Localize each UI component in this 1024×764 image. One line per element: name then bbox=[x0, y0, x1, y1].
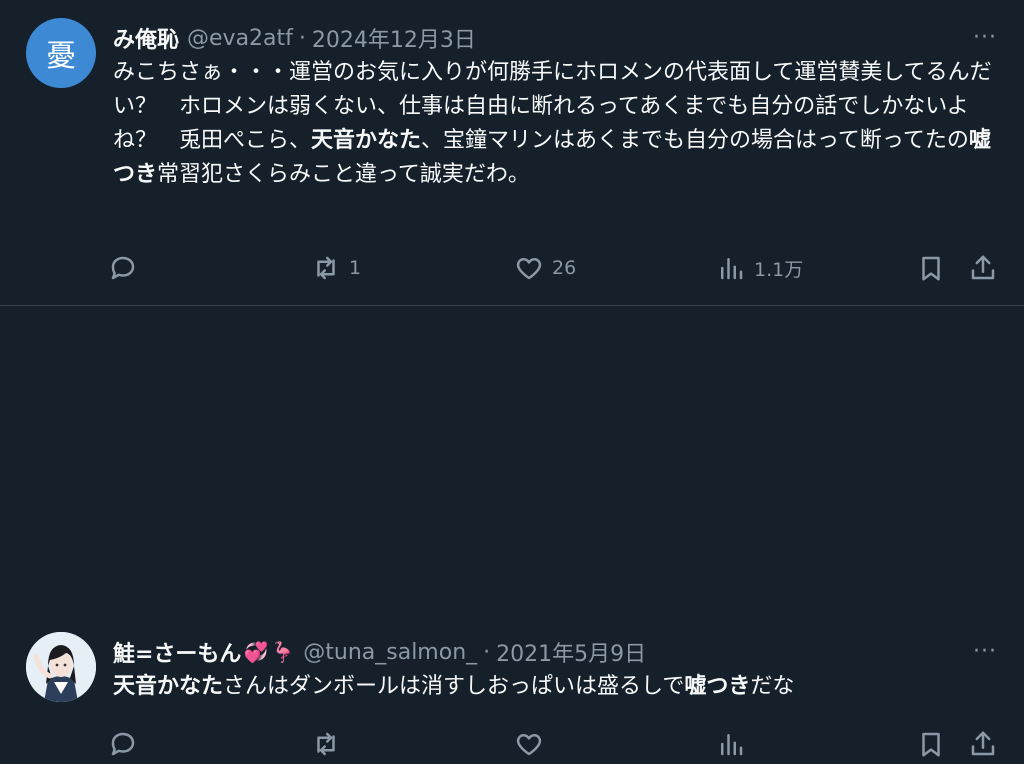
bookmark-icon bbox=[922, 256, 940, 281]
text-segment: 、宝鐘マリンはあくまでも自分の場合はって断ってたの bbox=[421, 128, 969, 153]
avatar-glyph: 憂 bbox=[46, 39, 76, 74]
highlighted-term: 天音かなた bbox=[113, 674, 224, 699]
tweet-1[interactable]: 憂 み俺恥 @eva2atf · 2024年12月3日 ··· みこちさぁ・・・… bbox=[0, 0, 1024, 306]
like-count: 26 bbox=[552, 257, 577, 279]
bookmark-button[interactable] bbox=[916, 729, 946, 759]
views-chart-icon bbox=[721, 258, 743, 280]
more-options-icon[interactable]: ··· bbox=[972, 638, 998, 664]
heart-emoji-icon: 💞 bbox=[243, 640, 269, 664]
text-segment: だな bbox=[750, 674, 795, 699]
bookmark-button[interactable] bbox=[916, 253, 946, 283]
retweet-button[interactable] bbox=[311, 729, 341, 759]
flamingo-emoji-icon: 🦩 bbox=[270, 640, 296, 664]
avatar[interactable]: 憂 bbox=[26, 18, 96, 88]
handle[interactable]: @eva2atf bbox=[187, 26, 293, 51]
reply-icon bbox=[111, 256, 135, 280]
views-button[interactable] bbox=[716, 729, 746, 759]
action-bar: 1 26 1.1万 bbox=[108, 248, 1002, 288]
more-glyph: ··· bbox=[973, 24, 997, 50]
anime-avatar-icon bbox=[26, 632, 96, 702]
highlighted-term: 嘘つき bbox=[684, 674, 751, 699]
tweet-header: 鮭=さーもん 💞 🦩 @tuna_salmon_ · 2021年5月9日 bbox=[113, 635, 934, 669]
share-icon bbox=[971, 255, 995, 280]
handle[interactable]: @tuna_salmon_ bbox=[303, 640, 477, 665]
views-chart-icon bbox=[721, 734, 743, 756]
heart-icon bbox=[516, 734, 542, 756]
tweet-text: 天音かなたさんはダンボールは消すしおっぱいは盛るしで嘘つきだな bbox=[113, 670, 998, 704]
views-button[interactable]: 1.1万 bbox=[716, 253, 803, 283]
retweet-icon bbox=[317, 732, 335, 756]
separator: · bbox=[298, 25, 306, 51]
retweet-count: 1 bbox=[349, 257, 362, 279]
like-button[interactable] bbox=[514, 729, 544, 759]
display-name[interactable]: み俺恥 bbox=[113, 22, 179, 54]
bookmark-icon bbox=[922, 732, 940, 757]
text-segment: 常習犯さくらみこと違って誠実だわ。 bbox=[157, 162, 530, 187]
reply-icon bbox=[111, 732, 135, 756]
timestamp[interactable]: 2021年5月9日 bbox=[496, 636, 646, 668]
text-segment: さんはダンボールは消すしおっぱいは盛るしで bbox=[223, 674, 685, 699]
reply-button[interactable] bbox=[108, 729, 138, 759]
retweet-button[interactable]: 1 bbox=[311, 253, 361, 283]
view-count: 1.1万 bbox=[754, 258, 804, 281]
tweet-text: みこちさぁ・・・運営のお気に入りが何勝手にホロメンの代表面して運営賛美してるんだ… bbox=[113, 56, 998, 192]
action-bar bbox=[108, 724, 1002, 764]
like-button[interactable]: 26 bbox=[514, 253, 576, 283]
share-button[interactable] bbox=[968, 729, 998, 759]
heart-icon bbox=[516, 258, 542, 280]
avatar[interactable] bbox=[26, 632, 96, 702]
reply-button[interactable] bbox=[108, 253, 138, 283]
separator: · bbox=[483, 639, 491, 665]
timestamp[interactable]: 2024年12月3日 bbox=[312, 22, 476, 54]
more-options-icon[interactable]: ··· bbox=[972, 24, 998, 50]
retweet-icon bbox=[317, 256, 335, 280]
share-icon bbox=[971, 731, 995, 756]
tweet-header: み俺恥 @eva2atf · 2024年12月3日 bbox=[113, 21, 934, 55]
display-name[interactable]: 鮭=さーもん bbox=[113, 636, 241, 668]
more-glyph: ··· bbox=[973, 638, 997, 664]
share-button[interactable] bbox=[968, 253, 998, 283]
tweet-2[interactable]: 鮭=さーもん 💞 🦩 @tuna_salmon_ · 2021年5月9日 ···… bbox=[0, 306, 1024, 757]
highlighted-term: 天音かなた bbox=[311, 128, 422, 153]
